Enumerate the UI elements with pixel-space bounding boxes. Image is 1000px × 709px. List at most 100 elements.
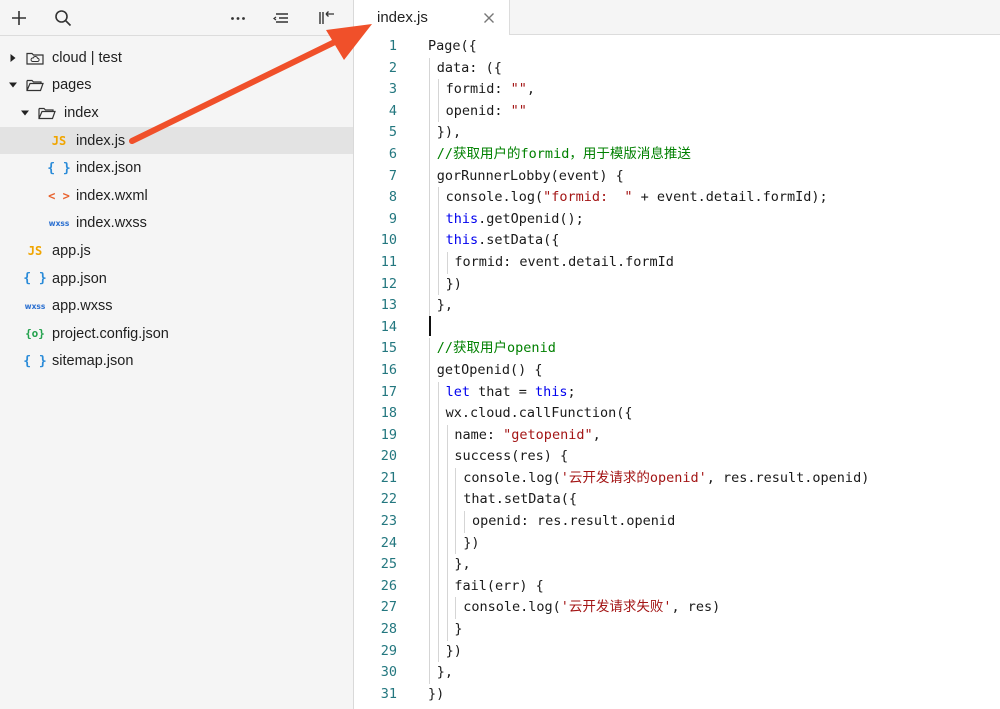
- code-line[interactable]: }): [428, 640, 1000, 663]
- line-number: 15: [380, 340, 397, 357]
- code-line[interactable]: fail(err) {: [428, 575, 1000, 598]
- more-icon[interactable]: [224, 4, 252, 32]
- line-number: 30: [380, 664, 397, 681]
- code-line[interactable]: that.setData({: [428, 489, 1000, 512]
- line-number: 8: [388, 189, 397, 206]
- caret-down-icon[interactable]: [8, 80, 18, 90]
- caret-down-icon[interactable]: [20, 108, 30, 118]
- code-line[interactable]: },: [428, 295, 1000, 317]
- wxss-file-icon: wxss: [24, 301, 46, 311]
- tree-item-app-js[interactable]: JS app.js: [0, 237, 353, 265]
- code-line[interactable]: let that = this;: [428, 381, 1000, 404]
- code-line[interactable]: }),: [428, 122, 1000, 144]
- caret-right-icon[interactable]: [8, 53, 18, 63]
- tree-item-label: index: [64, 104, 99, 121]
- add-icon[interactable]: [5, 4, 33, 32]
- comment-token: //获取用户的formid，用于模版消息推送: [436, 145, 691, 162]
- code-token: }: [454, 621, 463, 638]
- indent-guide: [429, 619, 430, 641]
- code-text[interactable]: Page({data: ({formid: "", openid: ""}),//…: [428, 36, 1000, 705]
- line-number: 26: [380, 577, 397, 594]
- indent-guide: [437, 640, 439, 663]
- code-line[interactable]: data: ({: [428, 57, 1000, 80]
- code-token: , res): [671, 599, 721, 616]
- indent-guide: [429, 187, 430, 209]
- code-token: console.log(: [445, 189, 544, 206]
- code-line[interactable]: Page({: [428, 36, 1000, 58]
- keyword-token: this: [445, 232, 479, 249]
- code-token: .getOpenid();: [478, 210, 584, 227]
- indent-guide: [437, 273, 439, 296]
- code-line[interactable]: console.log('云开发请求的openid', res.result.o…: [428, 467, 1000, 490]
- tree-item-project-config-json[interactable]: {o} project.config.json: [0, 320, 353, 348]
- code-line[interactable]: this.setData({: [428, 230, 1000, 252]
- tree-item-index-json[interactable]: { } index.json: [0, 154, 353, 182]
- code-line[interactable]: wx.cloud.callFunction({: [428, 403, 1000, 425]
- line-number: 17: [380, 383, 397, 400]
- indent-guide: [455, 532, 457, 555]
- code-token: + event.detail.formId);: [632, 189, 828, 206]
- code-line[interactable]: }): [428, 273, 1000, 296]
- indent-guide: [446, 489, 448, 512]
- indent-guide: [437, 403, 439, 425]
- code-token: },: [436, 297, 454, 314]
- code-line[interactable]: this.getOpenid();: [428, 208, 1000, 231]
- code-line[interactable]: console.log('云开发请求失败', res): [428, 597, 1000, 620]
- code-token: ;: [567, 383, 576, 400]
- tree-item-app-wxss[interactable]: wxss app.wxss: [0, 292, 353, 320]
- close-icon[interactable]: [482, 11, 496, 25]
- tree-item-sitemap-json[interactable]: { } sitemap.json: [0, 348, 353, 376]
- text-cursor: [429, 316, 431, 336]
- tree-item-index-wxss[interactable]: wxss index.wxss: [0, 210, 353, 238]
- code-line[interactable]: }): [428, 532, 1000, 555]
- tree-item-index-js[interactable]: JS index.js: [0, 126, 353, 155]
- code-line[interactable]: formid: event.detail.formId: [428, 251, 1000, 274]
- keyword-token: let: [445, 383, 470, 400]
- indent-guide: [429, 403, 430, 425]
- code-line[interactable]: name: "getopenid",: [428, 424, 1000, 447]
- tab-label: index.js: [377, 9, 428, 26]
- code-area[interactable]: 1 2 3 4 5 6 7 8 9 10 11 12 13 14 15 16 17 18 19 20 21 22 23 24 2…: [355, 36, 1000, 709]
- code-line[interactable]: //获取用户openid: [428, 338, 1000, 360]
- code-line[interactable]: openid: "": [428, 100, 1000, 123]
- wxss-file-icon: wxss: [48, 218, 70, 228]
- keyword-token: this: [535, 383, 568, 400]
- code-line[interactable]: gorRunnerLobby(event) {: [428, 165, 1000, 188]
- tree-item-cloud-test[interactable]: cloud | test: [0, 44, 353, 72]
- code-line[interactable]: success(res) {: [428, 446, 1000, 468]
- code-line[interactable]: formid: "",: [428, 79, 1000, 101]
- line-number: 25: [380, 556, 397, 573]
- code-token: , res.result.openid): [706, 469, 870, 486]
- indent-guide: [429, 489, 430, 512]
- code-token: that =: [469, 383, 536, 400]
- tree-item-label: sitemap.json: [52, 353, 134, 370]
- code-line[interactable]: },: [428, 554, 1000, 576]
- code-line[interactable]: }): [428, 684, 1000, 706]
- collapse-panel-icon[interactable]: [313, 4, 341, 32]
- indent-guide: [437, 424, 439, 447]
- code-line[interactable]: openid: res.result.openid: [428, 511, 1000, 533]
- tree-item-pages[interactable]: pages: [0, 72, 353, 100]
- code-token: },: [436, 664, 454, 681]
- indent-guide: [437, 251, 439, 274]
- line-number: 13: [380, 297, 397, 314]
- code-line[interactable]: }: [428, 619, 1000, 641]
- search-icon[interactable]: [49, 4, 77, 32]
- code-token: }): [428, 685, 445, 702]
- code-line[interactable]: [428, 317, 1000, 339]
- code-line[interactable]: //获取用户的formid，用于模版消息推送: [428, 143, 1000, 166]
- sort-icon[interactable]: [268, 4, 296, 32]
- indent-guide: [429, 532, 430, 555]
- code-token: getOpenid() {: [436, 361, 543, 378]
- code-token: console.log(: [463, 469, 561, 486]
- indent-guide: [429, 381, 430, 404]
- code-line[interactable]: getOpenid() {: [428, 359, 1000, 382]
- code-line[interactable]: console.log("formid: " + event.detail.fo…: [428, 187, 1000, 209]
- code-token: formid:: [445, 81, 511, 98]
- tree-item-index-wxml[interactable]: < > index.wxml: [0, 182, 353, 210]
- indent-guide: [429, 359, 430, 382]
- tab-index-js[interactable]: index.js: [355, 0, 510, 35]
- code-line[interactable]: },: [428, 662, 1000, 684]
- tree-item-index[interactable]: index: [0, 99, 353, 127]
- tree-item-app-json[interactable]: { } app.json: [0, 265, 353, 293]
